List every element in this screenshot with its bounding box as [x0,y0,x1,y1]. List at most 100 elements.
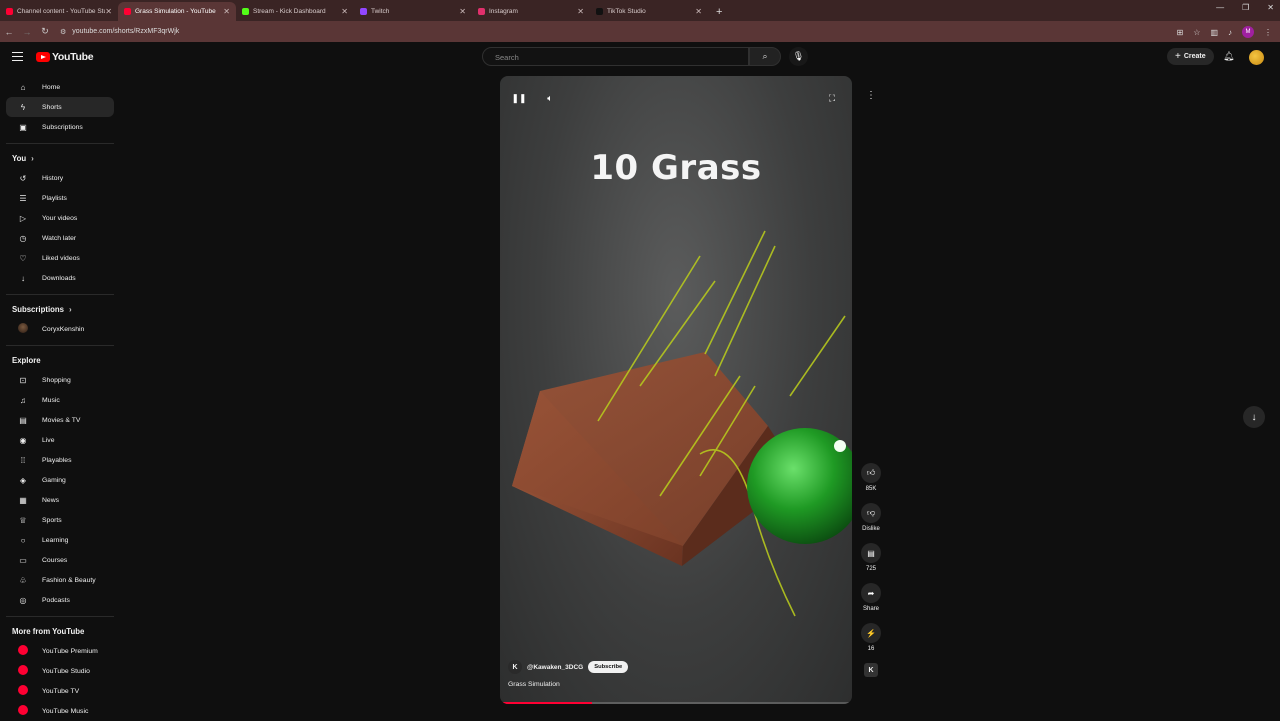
sidebar-item-youtube-premium[interactable]: YouTube Premium [6,641,114,661]
install-app-icon[interactable]: ⊞ [1177,28,1184,37]
share-action[interactable]: ➦ Share [856,583,886,612]
playables-icon: ⁞⁞ [20,455,26,465]
sidebar-item-history[interactable]: ↺ History [6,168,114,188]
browser-tab[interactable]: TikTok Studio ✕ [590,2,708,21]
sidebar-item-courses[interactable]: ▭ Courses [6,550,114,570]
close-tab-icon[interactable]: ✕ [223,7,230,16]
sidebar-item-home[interactable]: ⌂ Home [6,77,114,97]
sidebar-item-subscriptions[interactable]: ▣ Subscriptions [6,117,114,137]
sound-thumbnail[interactable]: K [864,663,878,677]
sidebar-item-watch-later[interactable]: ◷ Watch later [6,228,114,248]
sidebar-item-label: Playlists [42,194,67,202]
search-input[interactable]: Search [482,47,749,66]
browser-tab[interactable]: Stream - Kick Dashboard ✕ [236,2,354,21]
sidepanel-icon[interactable]: ▥ [1210,28,1218,37]
sidebar-item-shorts[interactable]: ϟ Shorts [6,97,114,117]
music-icon: ♫ [20,395,26,405]
sidebar-item-podcasts[interactable]: ◎ Podcasts [6,590,114,610]
minimize-icon[interactable]: — [1216,3,1224,12]
pause-button[interactable]: ❚❚ [510,89,528,107]
sidebar-item-your-videos[interactable]: ▷ Your videos [6,208,114,228]
sidebar-item-shopping[interactable]: ⊡ Shopping [6,370,114,390]
sidebar-item-youtube-studio[interactable]: YouTube Studio [6,661,114,681]
logo-text: YouTube [52,51,94,63]
video-progress-bar[interactable] [500,702,852,704]
sidebar-item-movies-tv[interactable]: ▤ Movies & TV [6,410,114,430]
fullscreen-button[interactable]: ⛶ [823,89,841,107]
tab-favicon-icon [242,8,249,15]
new-tab-button[interactable]: + [716,2,722,21]
browser-tab[interactable]: Grass Simulation - YouTube ✕ [118,2,236,21]
youtube-logo[interactable]: YouTube [36,51,94,63]
podcasts-icon: ◎ [19,595,27,605]
you-heading[interactable]: You › [0,148,120,168]
more-from-youtube-heading: More from YouTube [0,621,120,641]
browser-tab[interactable]: Instagram ✕ [472,2,590,21]
next-video-button[interactable]: ↓ [1243,406,1265,428]
sidebar-main-section: ⌂ Home ϟ Shorts ▣ Subscriptions [0,77,120,137]
restore-icon[interactable]: ❐ [1242,3,1249,12]
bookmark-star-icon[interactable]: ☆ [1193,28,1200,37]
hamburger-menu-icon[interactable] [12,52,23,61]
account-avatar[interactable] [1249,50,1264,65]
close-tab-icon[interactable]: ✕ [577,7,584,16]
dislike-label: Dislike [862,526,880,532]
thumbs-up-icon: 👍︎ [861,463,881,483]
remix-action[interactable]: ⚡ 16 [856,623,886,652]
close-tab-icon[interactable]: ✕ [695,7,702,16]
volume-button[interactable]: 🔈︎ [541,89,559,107]
sidebar-item-youtube-tv[interactable]: YouTube TV [6,681,114,701]
close-tab-icon[interactable]: ✕ [105,7,112,16]
browser-tab[interactable]: Twitch ✕ [354,2,472,21]
sports-icon: ♕ [19,515,27,525]
close-tab-icon[interactable]: ✕ [459,7,466,16]
more-actions-icon[interactable]: ⋮ [862,86,880,104]
sidebar-item-gaming[interactable]: ◈ Gaming [6,470,114,490]
tab-title: Twitch [371,8,390,15]
reload-icon[interactable]: ↻ [36,26,54,37]
media-control-icon[interactable]: ♪ [1228,28,1232,37]
like-action[interactable]: 👍︎ 85K [856,463,886,492]
sidebar-item-label: Fashion & Beauty [42,576,96,584]
browser-menu-icon[interactable]: ⋮ [1264,28,1272,37]
sidebar-item-playables[interactable]: ⁞⁞ Playables [6,450,114,470]
create-label: Create [1183,53,1206,60]
sidebar-item-label: Playables [42,456,72,464]
voice-search-button[interactable]: 🎙︎ [789,47,808,66]
channel-avatar[interactable]: K [508,660,522,674]
dislike-action[interactable]: 👎︎ Dislike [856,503,886,532]
subscribe-button[interactable]: Subscribe [588,661,629,673]
shorts-video-player[interactable]: ❚❚ 🔈︎ ⛶ 10 Grass K @Kawaken_3DCG Subscri… [500,76,852,704]
tab-favicon-icon [596,8,603,15]
url-field[interactable]: ⚙ youtube.com/shorts/RzxMF3qrWjk [60,24,1160,40]
chevron-right-icon: › [69,304,72,314]
sidebar-item-playlists[interactable]: ☰ Playlists [6,188,114,208]
forward-icon[interactable]: → [18,27,36,37]
profile-avatar[interactable]: M [1242,26,1254,38]
sidebar-item-learning[interactable]: ○ Learning [6,530,114,550]
sidebar-item-liked-videos[interactable]: ♡ Liked videos [6,248,114,268]
remix-icon: ⚡ [861,623,881,643]
sidebar-item-music[interactable]: ♫ Music [6,390,114,410]
channel-name[interactable]: @Kawaken_3DCG [527,664,583,671]
video-title[interactable]: Grass Simulation [508,681,560,688]
sidebar-subscription-channel[interactable]: CoryxKenshin [6,319,114,339]
subscriptions-heading[interactable]: Subscriptions › [0,299,120,319]
tab-title: Channel content - YouTube Stu [17,8,105,15]
sidebar-item-label: Liked videos [42,254,80,262]
sidebar-item-news[interactable]: ▦ News [6,490,114,510]
create-button[interactable]: + Create [1167,48,1214,65]
sidebar-item-sports[interactable]: ♕ Sports [6,510,114,530]
close-tab-icon[interactable]: ✕ [341,7,348,16]
sidebar-item-youtube-music[interactable]: YouTube Music [6,701,114,721]
back-icon[interactable]: ← [0,27,18,37]
close-window-icon[interactable]: ✕ [1267,3,1274,12]
sidebar-item-fashion-beauty[interactable]: ♧ Fashion & Beauty [6,570,114,590]
browser-tab[interactable]: Channel content - YouTube Stu ✕ [0,2,118,21]
search-button[interactable]: ⌕ [749,47,781,66]
sidebar-item-downloads[interactable]: ↓ Downloads [6,268,114,288]
site-info-icon[interactable]: ⚙ [60,28,66,36]
sidebar-item-live[interactable]: ◉ Live [6,430,114,450]
notifications-bell-icon[interactable]: 🔔︎ [1223,51,1234,62]
comments-action[interactable]: ▤ 725 [856,543,886,572]
